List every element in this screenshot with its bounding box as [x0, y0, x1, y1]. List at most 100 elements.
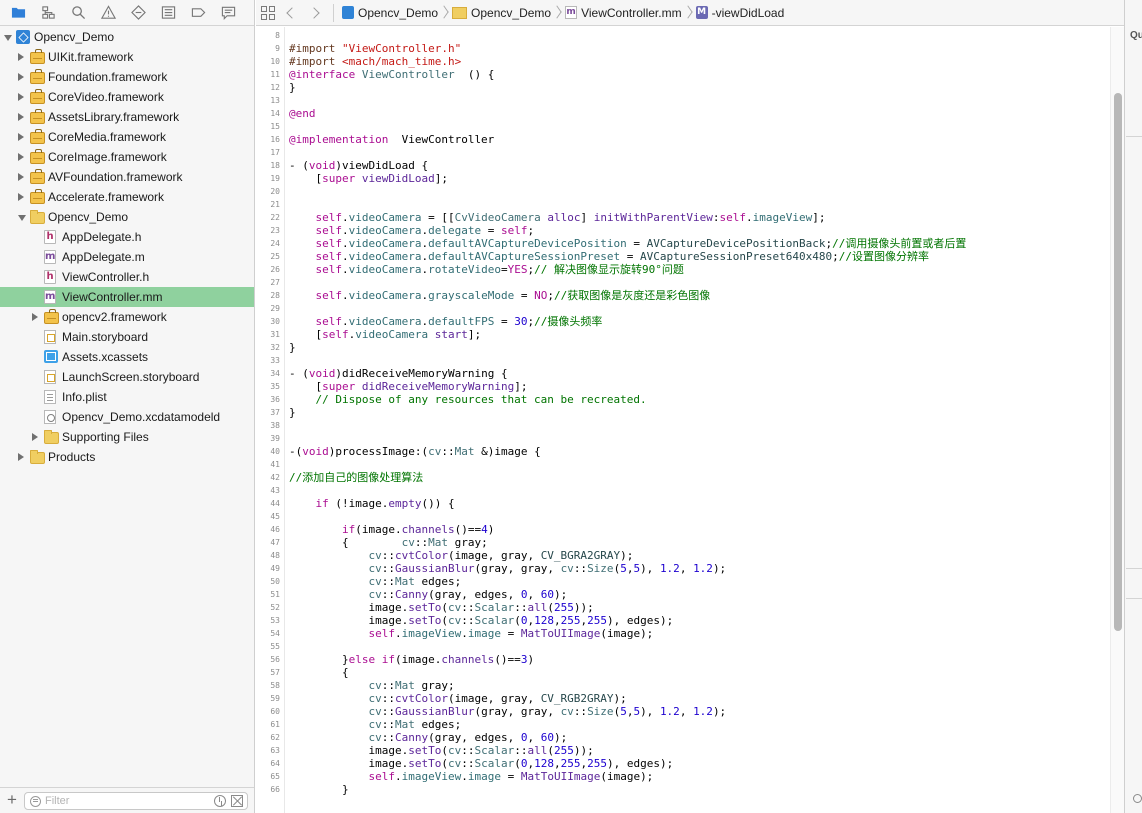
tree-item[interactable]: AVFoundation.framework [0, 167, 254, 187]
breadcrumb-item[interactable]: M -viewDidLoad [695, 3, 784, 23]
add-file-button[interactable]: + [4, 791, 20, 809]
code-line[interactable]: @implementation ViewController [289, 133, 494, 146]
code-line[interactable]: //添加自己的图像处理算法 [289, 471, 423, 484]
code-line[interactable]: } [289, 341, 296, 354]
forward-button[interactable] [305, 3, 327, 23]
code-line[interactable]: cv::GaussianBlur(gray, gray, cv::Size(5,… [289, 705, 726, 718]
source-editor[interactable]: #import "ViewController.h" #import <mach/… [285, 27, 1111, 813]
back-button[interactable] [279, 3, 301, 23]
code-line[interactable]: self.videoCamera.defaultAVCaptureDeviceP… [289, 237, 967, 250]
disclosure-closed-icon[interactable] [18, 53, 24, 61]
disclosure-closed-icon[interactable] [18, 173, 24, 181]
tree-item[interactable]: opencv2.framework [0, 307, 254, 327]
code-line[interactable]: cv::GaussianBlur(gray, gray, cv::Size(5,… [289, 562, 726, 575]
code-line[interactable]: { [289, 666, 349, 679]
disclosure-closed-icon[interactable] [18, 93, 24, 101]
tree-item[interactable]: Products [0, 447, 254, 467]
message-icon[interactable] [218, 3, 238, 23]
disclosure-closed-icon[interactable] [32, 313, 38, 321]
code-line[interactable]: image.setTo(cv::Scalar(0,128,255,255), e… [289, 614, 673, 627]
disclosure-open-icon[interactable] [18, 215, 26, 221]
code-line[interactable]: [super viewDidLoad]; [289, 172, 448, 185]
filter-input[interactable] [45, 794, 205, 808]
code-line[interactable]: self.videoCamera.defaultFPS = 30;//摄像头频率 [289, 315, 603, 328]
tree-item[interactable]: CoreVideo.framework [0, 87, 254, 107]
tree-item[interactable]: Foundation.framework [0, 67, 254, 87]
code-line[interactable]: #import "ViewController.h" [289, 42, 461, 55]
code-line[interactable]: }else if(image.channels()==3) [289, 653, 534, 666]
code-line[interactable]: if(image.channels()==4) [289, 523, 494, 536]
code-line[interactable]: // Dispose of any resources that can be … [289, 393, 647, 406]
tree-item[interactable]: UIKit.framework [0, 47, 254, 67]
code-line[interactable]: [super didReceiveMemoryWarning]; [289, 380, 527, 393]
tree-item[interactable]: Assets.xcassets [0, 347, 254, 367]
tag-icon[interactable] [188, 3, 208, 23]
tree-item[interactable]: h AppDelegate.h [0, 227, 254, 247]
code-line[interactable]: } [289, 81, 296, 94]
code-line[interactable]: if (!image.empty()) { [289, 497, 455, 510]
warning-icon[interactable] [98, 3, 118, 23]
code-line[interactable]: self.videoCamera.rotateVideo=YES;// 解决图像… [289, 263, 684, 276]
code-line[interactable]: image.setTo(cv::Scalar::all(255)); [289, 744, 593, 757]
code-line[interactable]: - (void)didReceiveMemoryWarning { [289, 367, 508, 380]
source-control-filter-icon[interactable] [231, 795, 243, 807]
code-line[interactable]: cv::cvtColor(image, gray, CV_BGRA2GRAY); [289, 549, 633, 562]
tree-item[interactable]: Accelerate.framework [0, 187, 254, 207]
code-line[interactable]: @end [289, 107, 316, 120]
vertical-scrollbar[interactable] [1110, 27, 1124, 813]
code-line[interactable]: { cv::Mat gray; [289, 536, 488, 549]
code-line[interactable]: self.imageView.image = MatToUIImage(imag… [289, 627, 653, 640]
code-line[interactable]: cv::Mat edges; [289, 575, 461, 588]
disclosure-closed-icon[interactable] [18, 453, 24, 461]
disclosure-closed-icon[interactable] [18, 153, 24, 161]
disclosure-closed-icon[interactable] [18, 73, 24, 81]
tree-item[interactable]: m AppDelegate.m [0, 247, 254, 267]
disclosure-closed-icon[interactable] [18, 193, 24, 201]
related-items-icon[interactable] [261, 5, 275, 20]
tree-item[interactable]: LaunchScreen.storyboard [0, 367, 254, 387]
diamond-icon[interactable] [128, 3, 148, 23]
code-line[interactable]: [self.videoCamera start]; [289, 328, 481, 341]
code-line[interactable]: self.videoCamera.defaultAVCaptureSession… [289, 250, 929, 263]
breadcrumb-item[interactable]: Opencv_Demo [342, 3, 438, 23]
filter-field[interactable] [24, 792, 248, 810]
disclosure-open-icon[interactable] [4, 35, 12, 41]
tree-item[interactable]: CoreMedia.framework [0, 127, 254, 147]
tree-item[interactable]: Opencv_Demo.xcdatamodeld [0, 407, 254, 427]
code-line[interactable]: image.setTo(cv::Scalar(0,128,255,255), e… [289, 757, 673, 770]
library-filter-icon[interactable] [1133, 794, 1142, 803]
code-line[interactable]: self.videoCamera.grayscaleMode = NO;//获取… [289, 289, 711, 302]
code-line[interactable]: self.videoCamera.delegate = self; [289, 224, 535, 237]
tree-item[interactable]: m ViewController.mm [0, 287, 254, 307]
tree-item[interactable]: CoreImage.framework [0, 147, 254, 167]
code-line[interactable]: cv::Canny(gray, edges, 0, 60); [289, 588, 567, 601]
code-line[interactable]: } [289, 783, 349, 796]
code-line[interactable]: self.videoCamera = [[CvVideoCamera alloc… [289, 211, 826, 224]
code-line[interactable]: @interface ViewController () { [289, 68, 494, 81]
tree-item[interactable]: AssetsLibrary.framework [0, 107, 254, 127]
code-line[interactable]: } [289, 406, 296, 419]
code-line[interactable]: cv::cvtColor(image, gray, CV_RGB2GRAY); [289, 692, 626, 705]
scrollbar-thumb[interactable] [1114, 93, 1122, 631]
tree-item[interactable]: Opencv_Demo [0, 207, 254, 227]
code-line[interactable]: -(void)processImage:(cv::Mat &)image { [289, 445, 541, 458]
breadcrumb-item[interactable]: Opencv_Demo [452, 3, 551, 23]
folder-icon[interactable] [8, 3, 28, 23]
breadcrumb-item[interactable]: m ViewController.mm [565, 3, 682, 23]
code-line[interactable]: - (void)viewDidLoad { [289, 159, 428, 172]
code-line[interactable]: image.setTo(cv::Scalar::all(255)); [289, 601, 593, 614]
tree-item[interactable]: Opencv_Demo [0, 27, 254, 47]
hierarchy-icon[interactable] [38, 3, 58, 23]
list-icon[interactable] [158, 3, 178, 23]
disclosure-closed-icon[interactable] [18, 113, 24, 121]
tree-item[interactable]: Main.storyboard [0, 327, 254, 347]
tree-item[interactable]: h ViewController.h [0, 267, 254, 287]
disclosure-closed-icon[interactable] [32, 433, 38, 441]
code-line[interactable]: cv::Canny(gray, edges, 0, 60); [289, 731, 567, 744]
tree-item[interactable]: Info.plist [0, 387, 254, 407]
tree-item[interactable]: Supporting Files [0, 427, 254, 447]
recent-files-icon[interactable] [214, 795, 226, 807]
disclosure-closed-icon[interactable] [18, 133, 24, 141]
code-line[interactable]: self.imageView.image = MatToUIImage(imag… [289, 770, 653, 783]
code-line[interactable]: #import <mach/mach_time.h> [289, 55, 461, 68]
